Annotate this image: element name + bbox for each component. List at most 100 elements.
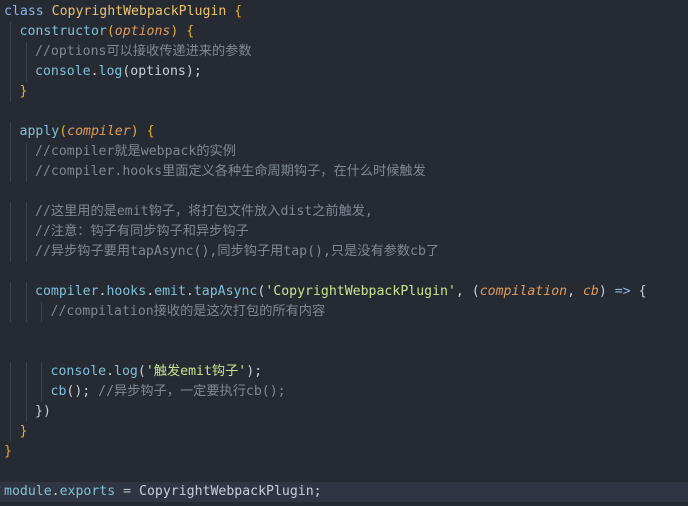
code-line[interactable]: constructor(options) { [0, 22, 688, 42]
code-token: //compiler就是webpack的实例 [35, 144, 236, 159]
code-token: . [51, 484, 60, 499]
code-line-current[interactable]: module.exports = CopyrightWebpackPlugin; [0, 482, 688, 502]
code-line[interactable]: } [0, 82, 688, 102]
code-token: emit [154, 284, 186, 299]
code-token: . [90, 64, 99, 79]
indent-guide [10, 362, 11, 382]
code-token: = [115, 484, 139, 499]
code-line[interactable]: //异步钩子要用tapAsync(),同步钩子用tap(),只是没有参数cb了 [0, 242, 688, 262]
code-line[interactable]: //注意：钩子有同步钩子和异步钩子 [0, 222, 688, 242]
code-token: ); [246, 364, 263, 379]
code-line[interactable]: compiler.hooks.emit.tapAsync('CopyrightW… [0, 282, 688, 302]
code-token: => [614, 284, 631, 299]
code-token: cb [582, 284, 599, 299]
indent-guide [25, 362, 27, 382]
code-token: { [186, 24, 195, 39]
code-token: ) [130, 124, 139, 139]
code-line[interactable]: console.log('触发emit钩子'); [0, 362, 688, 382]
code-line[interactable] [0, 182, 688, 202]
indent-guide [25, 382, 27, 402]
code-token: . [146, 284, 155, 299]
indent-guide [25, 162, 27, 182]
code-token: //compiler.hooks里面定义各种生命周期钩子，在什么时候触发 [35, 164, 426, 179]
code-text: //compiler.hooks里面定义各种生命周期钩子，在什么时候触发 [35, 162, 426, 182]
indent-guide [10, 202, 11, 222]
code-token: compiler [67, 124, 131, 139]
code-line[interactable]: //compiler就是webpack的实例 [0, 142, 688, 162]
indent-guide [25, 42, 27, 62]
indent-guide [10, 42, 11, 62]
code-editor[interactable]: class CopyrightWebpackPlugin {constructo… [0, 0, 688, 506]
code-token: { [630, 284, 647, 299]
code-text: } [20, 82, 28, 102]
code-token: log [114, 364, 138, 379]
code-token: class [4, 4, 52, 19]
indent-guide [10, 162, 11, 182]
code-line[interactable] [0, 102, 688, 122]
indent-guide [25, 282, 27, 302]
code-token: ( [106, 24, 115, 39]
code-line[interactable]: //compilation接收的是这次打包的所有内容 [0, 302, 688, 322]
code-text: constructor(options) { [20, 22, 195, 42]
code-token: , ( [455, 284, 480, 299]
code-line[interactable] [0, 462, 688, 482]
code-token: ( [137, 364, 146, 379]
code-token: } [19, 84, 28, 99]
code-token: '触发emit钩子' [145, 364, 247, 379]
code-token: CopyrightWebpackPlugin [51, 4, 235, 19]
code-token: constructor [19, 24, 107, 39]
code-line[interactable]: //compiler.hooks里面定义各种生命周期钩子，在什么时候触发 [0, 162, 688, 182]
code-line[interactable]: console.log(options); [0, 62, 688, 82]
code-line[interactable]: }) [0, 402, 688, 422]
code-line[interactable]: } [0, 442, 688, 462]
code-line[interactable]: //这里用的是emit钩子，将打包文件放入dist之前触发, [0, 202, 688, 222]
code-text: //注意：钩子有同步钩子和异步钩子 [35, 222, 249, 242]
code-token: log [98, 64, 123, 79]
code-text: //options可以接收传递进来的参数 [35, 42, 252, 62]
code-text: }) [35, 402, 51, 422]
indent-guide [10, 22, 11, 42]
indent-guide [41, 362, 42, 382]
indent-guide [25, 302, 27, 322]
code-token: hooks [106, 284, 147, 299]
indent-guide [25, 202, 27, 222]
indent-guide [10, 62, 11, 82]
code-token: //注意：钩子有同步钩子和异步钩子 [35, 224, 249, 239]
code-text: compiler.hooks.emit.tapAsync('CopyrightW… [35, 282, 647, 302]
code-text: //这里用的是emit钩子，将打包文件放入dist之前触发, [35, 202, 373, 222]
code-token: { [234, 4, 243, 19]
indent-guide [10, 122, 11, 142]
code-token: { [146, 124, 155, 139]
indent-guide [10, 282, 11, 302]
code-line[interactable] [0, 342, 688, 362]
code-token: console [50, 364, 107, 379]
code-line[interactable]: cb(); //异步钩子，一定要执行cb(); [0, 382, 688, 402]
code-text: cb(); //异步钩子，一定要执行cb(); [51, 382, 286, 402]
indent-guide [10, 82, 11, 102]
code-line[interactable]: //options可以接收传递进来的参数 [0, 42, 688, 62]
indent-guide [10, 222, 11, 242]
code-token: //异步钩子要用tapAsync(),同步钩子用tap(),只是没有参数cb了 [35, 244, 440, 259]
code-text: //异步钩子要用tapAsync(),同步钩子用tap(),只是没有参数cb了 [35, 242, 439, 262]
code-text: apply(compiler) { [20, 122, 155, 142]
code-line[interactable]: class CopyrightWebpackPlugin { [0, 2, 688, 22]
code-text: } [4, 442, 12, 462]
indent-guide [10, 242, 11, 262]
indent-guide [10, 422, 11, 442]
code-token: compilation [479, 284, 568, 299]
code-text: module.exports = CopyrightWebpackPlugin; [4, 482, 322, 502]
code-token: module [4, 484, 52, 499]
code-token: ( [59, 124, 68, 139]
code-line[interactable] [0, 262, 688, 282]
code-token: . [106, 364, 115, 379]
code-line[interactable]: apply(compiler) { [0, 122, 688, 142]
code-token: . [185, 284, 194, 299]
code-token: tapAsync [193, 284, 258, 299]
code-line[interactable]: } [0, 422, 688, 442]
indent-guide [25, 402, 27, 422]
code-line[interactable] [0, 322, 688, 342]
code-token: } [4, 444, 12, 459]
code-token: //options可以接收传递进来的参数 [35, 44, 252, 59]
code-token: //异步钩子，一定要执行cb(); [98, 384, 286, 399]
code-token: CopyrightWebpackPlugin; [139, 484, 322, 499]
